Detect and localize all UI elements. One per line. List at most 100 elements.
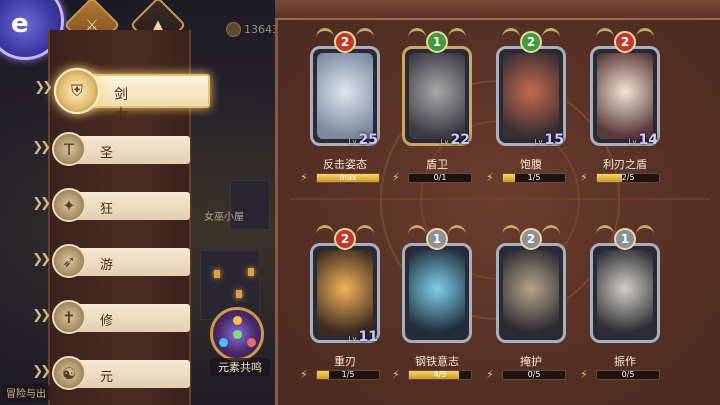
skill-card[interactable]: 2Lv掩护⚡0/5: [486, 225, 568, 395]
skill-level-value: 22: [450, 132, 470, 148]
chevron-right-icon: ❯❯: [32, 196, 51, 211]
frame-wing: [596, 28, 614, 48]
lightning-icon: ⚡: [300, 171, 308, 184]
skill-progress-bar: 2/5: [596, 173, 660, 183]
chevron-right-icon: ❯❯: [32, 308, 51, 323]
skill-progress-text: max: [339, 173, 357, 182]
frame-wing: [356, 225, 374, 245]
berserker-icon: ✦: [52, 188, 86, 222]
skill-rank-badge: 1: [426, 31, 448, 53]
staff-icon: ☯: [52, 356, 86, 390]
coin-icon: [226, 22, 241, 37]
skill-card[interactable]: 2 Lv 14 利刃之盾 ⚡ 2/5: [580, 28, 662, 198]
skill-progress-bar: max: [316, 173, 380, 183]
map-location-label: 女巫小屋: [204, 212, 244, 223]
skill-level: Lv 14: [628, 132, 658, 148]
lightning-icon: ⚡: [580, 368, 588, 381]
adventure-label[interactable]: 冒险与出: [2, 384, 50, 401]
skill-name: 振作: [614, 355, 636, 368]
lightning-icon: ⚡: [300, 368, 308, 381]
skill-card[interactable]: 2 Lv 15 饱腹 ⚡ 1/5: [486, 28, 568, 198]
element-resonance-label: 元素共鸣: [210, 358, 270, 376]
lightning-icon: ⚡: [392, 171, 400, 184]
row-divider: [290, 198, 710, 200]
bow-icon: ➶: [52, 244, 86, 278]
element-resonance-button[interactable]: [210, 307, 264, 361]
frame-wing: [636, 28, 654, 48]
skill-card[interactable]: 1 Lv 22 盾卫 ⚡ 0/1: [392, 28, 474, 198]
element-orb-icon: [219, 338, 228, 347]
skill-art-icon: [503, 250, 559, 336]
background-window: [236, 290, 242, 298]
skill-rank-badge: 2: [334, 228, 356, 250]
frame-wing: [502, 28, 520, 48]
skill-card-frame: [590, 46, 660, 146]
class-label: 修女: [100, 314, 114, 348]
skill-card-frame: [310, 243, 380, 343]
background-window: [214, 270, 220, 278]
element-orb-icon: [233, 316, 242, 325]
lightning-icon: ⚡: [486, 368, 494, 381]
lightning-icon: ⚡: [392, 368, 400, 381]
skill-progress-text: 1/5: [341, 370, 355, 379]
frame-wing: [356, 28, 374, 48]
shield-icon: ⛨: [54, 68, 100, 114]
skill-art-icon: [597, 250, 653, 336]
skill-card-frame: [496, 46, 566, 146]
skill-card-frame: [310, 46, 380, 146]
background-window: [248, 268, 254, 276]
back-emblem-icon: e: [11, 9, 29, 39]
skill-card[interactable]: 1Lv振作⚡0/5: [580, 225, 662, 395]
skill-progress-bar: 0/5: [596, 370, 660, 380]
frame-wing: [408, 225, 426, 245]
skill-level: Lv 11: [348, 329, 378, 345]
skill-name: 掩护: [520, 355, 542, 368]
frame-wing: [408, 28, 426, 48]
skill-name: 饱腹: [520, 158, 542, 171]
chevron-right-icon: ❯❯: [32, 252, 51, 267]
class-label: 狂战士: [100, 202, 114, 255]
skill-art-icon: [317, 250, 373, 336]
skill-card[interactable]: 2 Lv 25 反击姿态 ⚡ max: [300, 28, 382, 198]
skill-rank-badge: 2: [520, 31, 542, 53]
skill-rank-badge: 2: [334, 31, 356, 53]
skill-level-value: 15: [544, 132, 564, 148]
skill-name: 盾卫: [426, 158, 448, 171]
chevron-right-icon: ❯❯: [34, 80, 53, 95]
class-plate: [70, 136, 190, 164]
element-orb-icon: [233, 330, 242, 339]
skill-level-value: 25: [358, 132, 378, 148]
frame-wing: [448, 28, 466, 48]
skill-level: Lv 25: [348, 132, 378, 148]
skill-progress-bar: 1/5: [316, 370, 380, 380]
skill-name: 重刃: [334, 355, 356, 368]
frame-wing: [502, 225, 520, 245]
class-plate: [70, 248, 190, 276]
chevron-right-icon: ❯❯: [32, 364, 51, 379]
frame-wing: [316, 225, 334, 245]
lightning-icon: ⚡: [580, 171, 588, 184]
skill-art-icon: [317, 53, 373, 139]
skill-progress-text: 4/5: [433, 370, 447, 379]
lightning-icon: ⚡: [486, 171, 494, 184]
skill-name: 钢铁意志: [415, 355, 459, 368]
skill-card-frame: [590, 243, 660, 343]
skill-card[interactable]: 2 Lv 11 重刃 ⚡ 1/5: [300, 225, 382, 395]
skill-card[interactable]: 1Lv钢铁意志⚡4/5: [392, 225, 474, 395]
skill-rank-badge: 1: [426, 228, 448, 250]
frame-wing: [636, 225, 654, 245]
skill-rank-badge: 2: [520, 228, 542, 250]
skill-name: 利刃之盾: [603, 158, 647, 171]
frame-wing: [542, 28, 560, 48]
class-plate: [70, 360, 190, 388]
frame-wing: [542, 225, 560, 245]
frame-wing: [596, 225, 614, 245]
skill-art-icon: [409, 53, 465, 139]
skill-art-icon: [503, 53, 559, 139]
skill-card-frame: [496, 243, 566, 343]
skill-progress-bar: 0/1: [408, 173, 472, 183]
skill-art-icon: [409, 250, 465, 336]
skill-card-frame: [402, 243, 472, 343]
skill-progress-text: 1/5: [527, 173, 541, 182]
cross-icon: ✝: [52, 300, 86, 334]
